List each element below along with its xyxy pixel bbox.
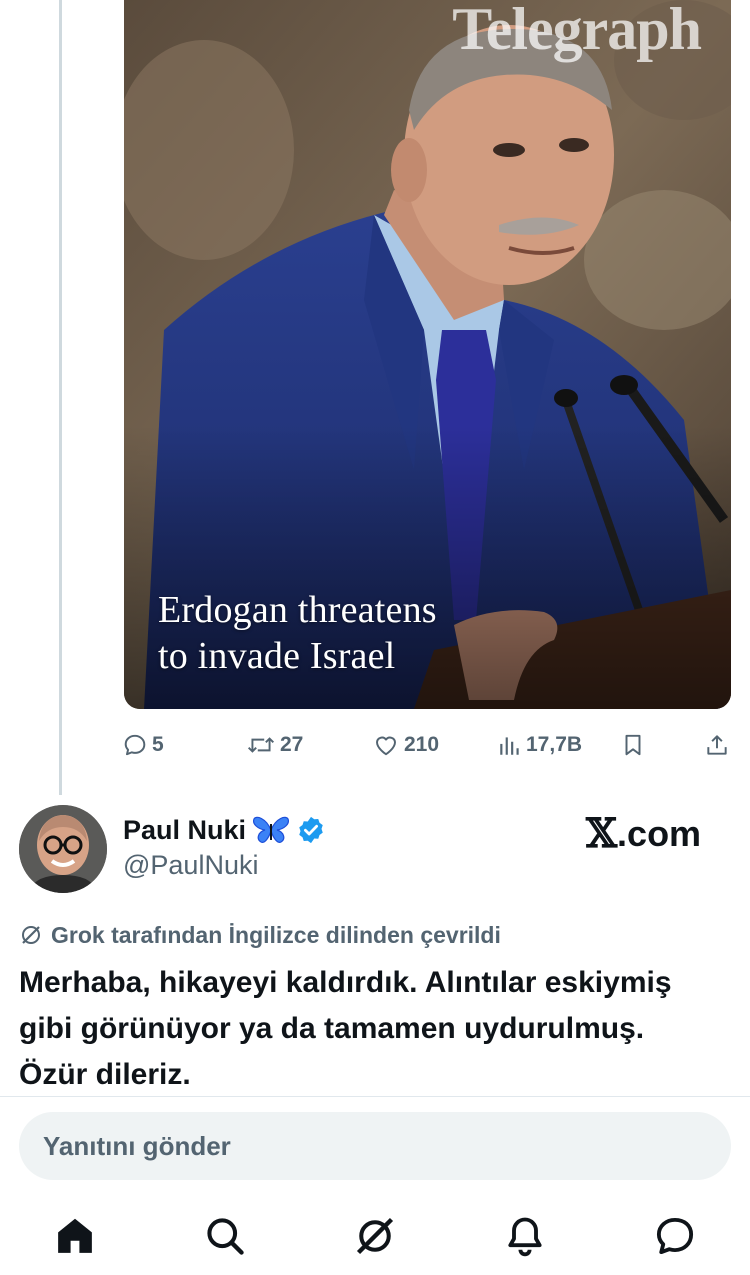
media-headline: Erdogan threatens to invade Israel	[158, 587, 718, 679]
messages-icon	[656, 1217, 694, 1255]
reply-icon	[124, 734, 146, 756]
grok-icon	[356, 1217, 394, 1255]
like-icon	[376, 736, 396, 756]
repost-icon	[247, 737, 275, 753]
tweet-media-image[interactable]: Telegraph Erdogan threatens to invade Is…	[124, 0, 731, 709]
views-icon	[500, 737, 519, 755]
author-handle[interactable]: @PaulNuki	[123, 850, 258, 881]
nav-home[interactable]	[51, 1212, 99, 1260]
media-brand-watermark: Telegraph	[452, 0, 702, 62]
x-com-suffix: .com	[617, 812, 702, 854]
reply-count: 5	[152, 733, 164, 756]
divider	[0, 1096, 750, 1097]
share-button[interactable]	[704, 728, 730, 762]
views-button[interactable]: 17,7B	[498, 728, 582, 762]
author-display-name[interactable]: Paul Nuki	[123, 815, 246, 846]
nav-messages[interactable]	[651, 1212, 699, 1260]
like-count: 210	[404, 733, 440, 756]
search-icon	[207, 1218, 244, 1255]
bookmark-icon	[625, 734, 641, 756]
grok-icon	[22, 926, 40, 944]
like-button[interactable]: 210	[372, 728, 439, 762]
repost-count: 27	[280, 733, 304, 756]
bottom-navigation	[0, 1212, 750, 1275]
media-headline-line-2: to invade Israel	[158, 635, 396, 677]
reply-button[interactable]: 5	[122, 728, 164, 762]
reply-input[interactable]: Yanıtını gönder	[19, 1112, 731, 1180]
x-com-wordmark: 𝕏 .com	[586, 810, 701, 857]
author-avatar[interactable]	[19, 805, 107, 893]
tweet-text: Merhaba, hikayeyi kaldırdık. Alıntılar e…	[19, 966, 672, 1091]
home-icon	[58, 1218, 92, 1253]
nav-grok[interactable]	[351, 1212, 399, 1260]
thread-connector-line	[59, 0, 62, 795]
views-count: 17,7B	[526, 733, 583, 756]
notifications-icon	[508, 1217, 542, 1257]
x-logo-icon: 𝕏	[586, 810, 618, 857]
butterfly-icon	[253, 816, 290, 843]
tweet-actions-bar: 5 27 210 17,7B	[122, 728, 734, 762]
translation-note[interactable]: Grok tarafından İngilizce dilinden çevri…	[19, 919, 501, 951]
translation-note-text: Grok tarafından İngilizce dilinden çevri…	[51, 921, 501, 948]
avatar-photo	[19, 805, 107, 893]
repost-button[interactable]: 27	[246, 728, 303, 762]
share-icon	[707, 735, 727, 755]
verified-badge-icon	[299, 816, 323, 844]
bookmark-button[interactable]	[620, 728, 646, 762]
nav-search[interactable]	[201, 1212, 249, 1260]
media-headline-line-1: Erdogan threatens	[158, 589, 437, 631]
author-name-row: Paul Nuki	[123, 812, 326, 848]
nav-notifications[interactable]	[501, 1212, 549, 1260]
